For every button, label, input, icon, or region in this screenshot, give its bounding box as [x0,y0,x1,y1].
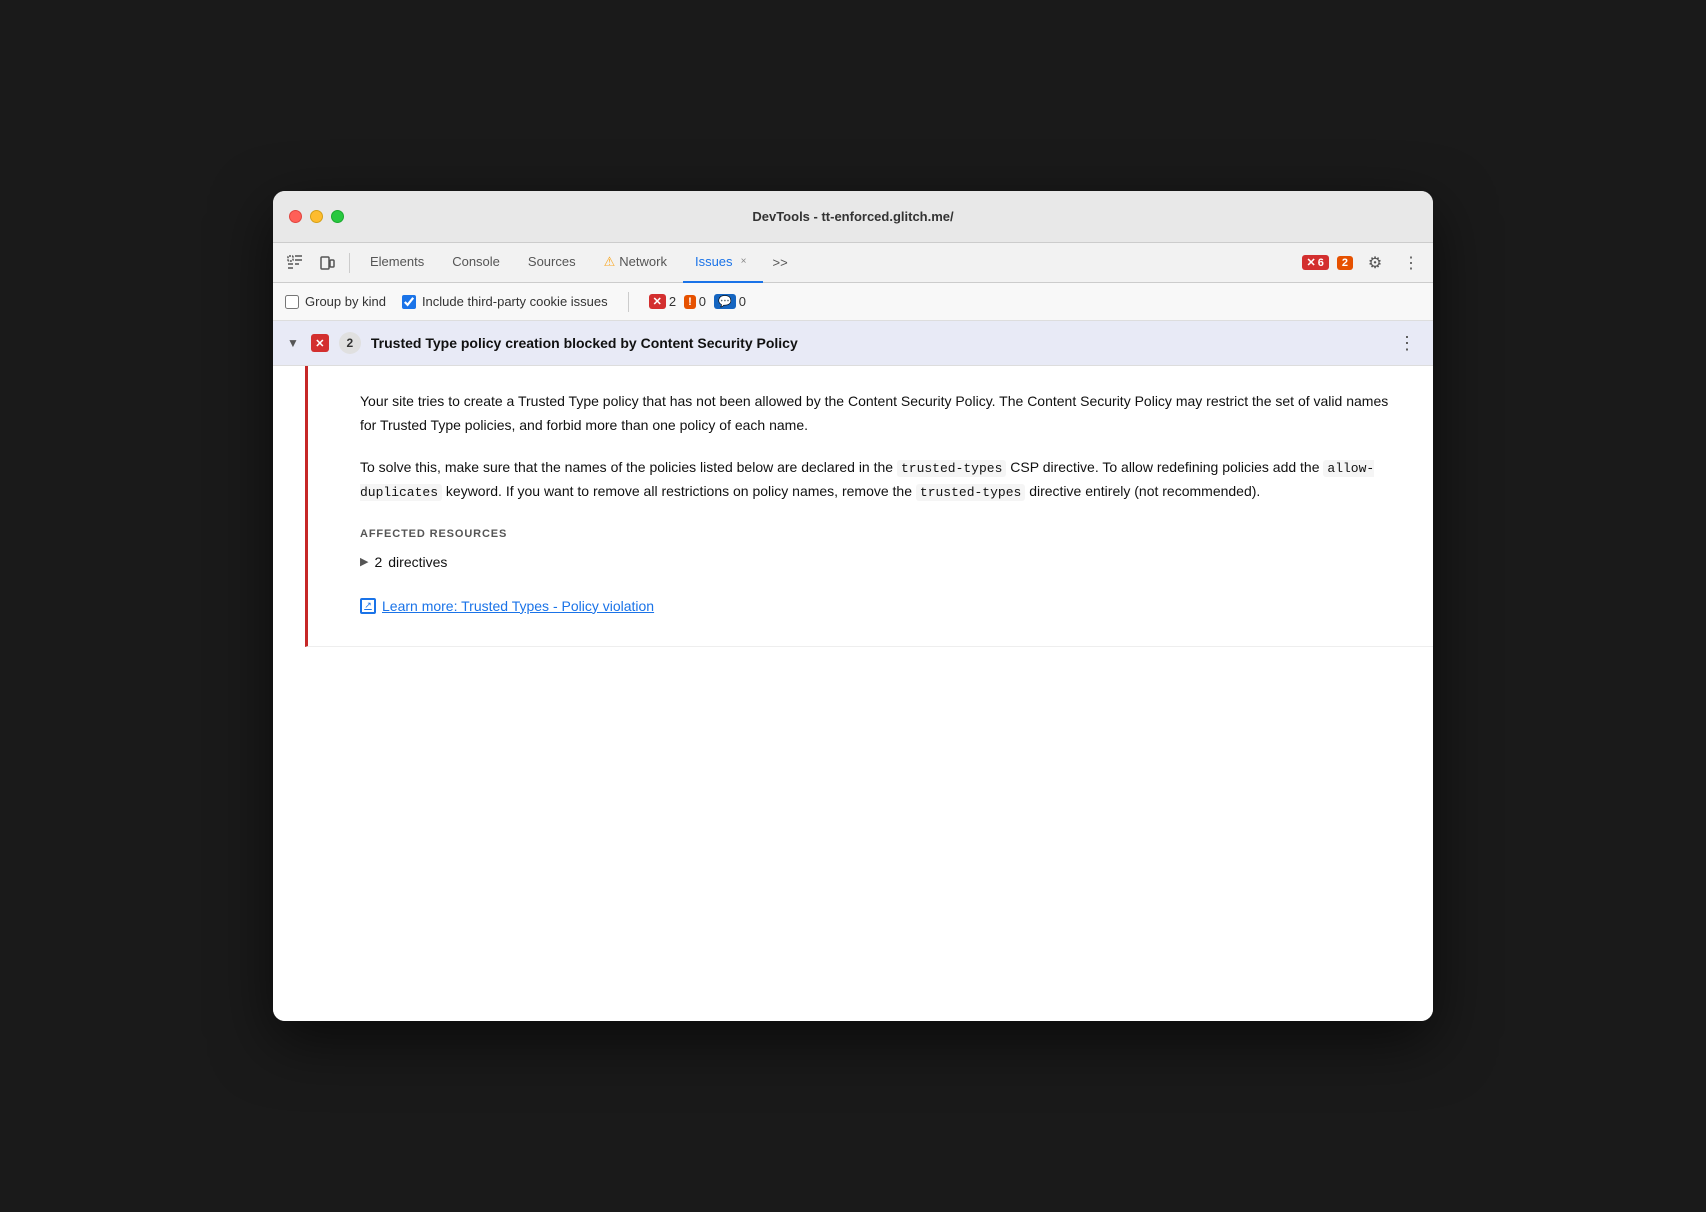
tab-issues-close[interactable]: × [737,255,751,269]
close-button[interactable] [289,210,302,223]
minimize-button[interactable] [310,210,323,223]
network-warning-icon: ⚠ [604,254,616,270]
error-badge-icon: ✕ [1307,256,1316,269]
sec-info-badge: 💬 0 [714,294,746,309]
code-trusted-types-2: trusted-types [916,484,1025,501]
toolbar-separator [349,253,350,273]
secondary-toolbar-separator [628,292,629,312]
main-toolbar: Elements Console Sources ⚠ Network Issue… [273,243,1433,283]
toolbar-right: ✕ 6 2 ⚙ ⋮ [1302,249,1425,277]
tab-console[interactable]: Console [440,243,512,283]
group-by-kind-label[interactable]: Group by kind [285,294,386,309]
expand-chevron-icon: ▼ [287,336,299,350]
external-link-icon: ↗ [360,598,376,614]
error-badge: ✕ 6 [1302,255,1329,270]
inspector-icon[interactable] [281,249,309,277]
content-area: ▼ ✕ 2 Trusted Type policy creation block… [273,321,1433,1021]
include-third-party-label[interactable]: Include third-party cookie issues [402,294,608,309]
code-allow-duplicates: allow-duplicates [360,460,1374,501]
group-by-kind-checkbox[interactable] [285,295,299,309]
sec-error-icon: ✕ [649,294,666,309]
window-title: DevTools - tt-enforced.glitch.me/ [752,209,953,224]
sec-info-icon: 💬 [714,294,736,309]
issue-title: Trusted Type policy creation blocked by … [371,335,1385,351]
sec-warning-badge: ! 0 [684,294,706,309]
issue-count-badge: 2 [339,332,361,354]
learn-more-link[interactable]: ↗ Learn more: Trusted Types - Policy vio… [360,598,1401,614]
traffic-lights [289,210,344,223]
sec-error-badge: ✕ 2 [649,294,676,309]
issue-counts: ✕ 2 ! 0 💬 0 [649,294,746,309]
tab-elements[interactable]: Elements [358,243,436,283]
directives-row[interactable]: ▶ 2 directives [360,550,1401,574]
content-wrapper: ▼ ✕ 2 Trusted Type policy creation block… [273,321,1433,1021]
directives-count: 2 [374,554,382,570]
tab-issues[interactable]: Issues × [683,243,763,283]
issue-error-icon: ✕ [311,334,329,352]
include-third-party-checkbox[interactable] [402,295,416,309]
more-options-button[interactable]: ⋮ [1397,249,1425,277]
directives-label: directives [388,554,447,570]
maximize-button[interactable] [331,210,344,223]
issue-body: Your site tries to create a Trusted Type… [305,366,1433,647]
code-trusted-types-1: trusted-types [897,460,1006,477]
device-toolbar-icon[interactable] [313,249,341,277]
issue-more-button[interactable]: ⋮ [1395,331,1419,355]
more-tabs-button[interactable]: >> [767,243,794,283]
issue-description-para1: Your site tries to create a Trusted Type… [360,390,1401,438]
settings-button[interactable]: ⚙ [1361,249,1389,277]
affected-resources-label: AFFECTED RESOURCES [360,528,1401,540]
titlebar: DevTools - tt-enforced.glitch.me/ [273,191,1433,243]
warning-badge: 2 [1337,256,1353,270]
issue-description-para2: To solve this, make sure that the names … [360,456,1401,504]
secondary-toolbar: Group by kind Include third-party cookie… [273,283,1433,321]
tab-network[interactable]: ⚠ Network [592,243,679,283]
directives-expand-icon: ▶ [360,555,368,568]
devtools-window: DevTools - tt-enforced.glitch.me/ Elemen… [273,191,1433,1021]
issue-header[interactable]: ▼ ✕ 2 Trusted Type policy creation block… [273,321,1433,366]
tab-sources[interactable]: Sources [516,243,588,283]
sec-warning-icon: ! [684,295,696,309]
